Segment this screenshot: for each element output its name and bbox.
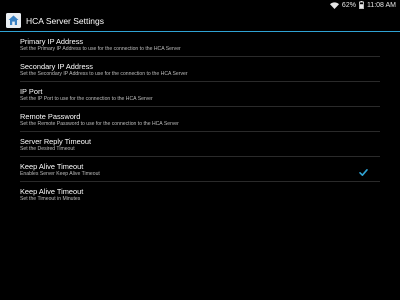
pref-summary: Enables Server Keep Alive Timeout [20, 171, 100, 177]
pref-primary-ip-address[interactable]: Primary IP Address Set the Primary IP Ad… [20, 32, 380, 57]
pref-title: Secondary IP Address [20, 62, 93, 71]
pref-title: IP Port [20, 87, 43, 96]
pref-title: Server Reply Timeout [20, 137, 92, 146]
clock: 11:08 AM [366, 1, 396, 9]
pref-summary: Set the Remote Password to use for the c… [20, 121, 179, 127]
preference-list: Primary IP Address Set the Primary IP Ad… [0, 32, 400, 207]
settings-screen: 62% 11:08 AM HCA Server Settings Primary… [0, 0, 400, 300]
battery-icon [359, 1, 364, 9]
pref-ip-port[interactable]: IP Port Set the IP Port to use for the c… [20, 82, 380, 107]
pref-keep-alive-enable[interactable]: Keep Alive Timeout Enables Server Keep A… [20, 157, 380, 182]
pref-server-reply-timeout[interactable]: Server Reply Timeout Set the Desired Tim… [20, 132, 380, 157]
pref-summary: Set the Desired Timeout [20, 146, 75, 152]
checkmark-icon[interactable] [359, 164, 368, 176]
pref-title: Remote Password [20, 112, 81, 121]
action-bar: HCA Server Settings [0, 10, 400, 31]
pref-secondary-ip-address[interactable]: Secondary IP Address Set the Secondary I… [20, 57, 380, 82]
pref-keep-alive-minutes[interactable]: Keep Alive Timeout Set the Timeout in Mi… [20, 182, 380, 207]
wifi-icon [329, 1, 339, 9]
pref-title: Keep Alive Timeout [20, 162, 84, 171]
pref-summary: Set the Secondary IP Address to use for … [20, 71, 188, 77]
pref-remote-password[interactable]: Remote Password Set the Remote Password … [20, 107, 380, 132]
page-title: HCA Server Settings [26, 15, 104, 26]
pref-summary: Set the IP Port to use for the connectio… [20, 96, 153, 102]
pref-title: Keep Alive Timeout [20, 187, 84, 196]
status-bar: 62% 11:08 AM [0, 0, 400, 10]
pref-summary: Set the Primary IP Address to use for th… [20, 46, 181, 52]
pref-summary: Set the Timeout in Minutes [20, 196, 81, 202]
battery-percent: 62% [341, 1, 356, 9]
pref-title: Primary IP Address [20, 37, 84, 46]
house-app-icon[interactable] [6, 13, 21, 28]
